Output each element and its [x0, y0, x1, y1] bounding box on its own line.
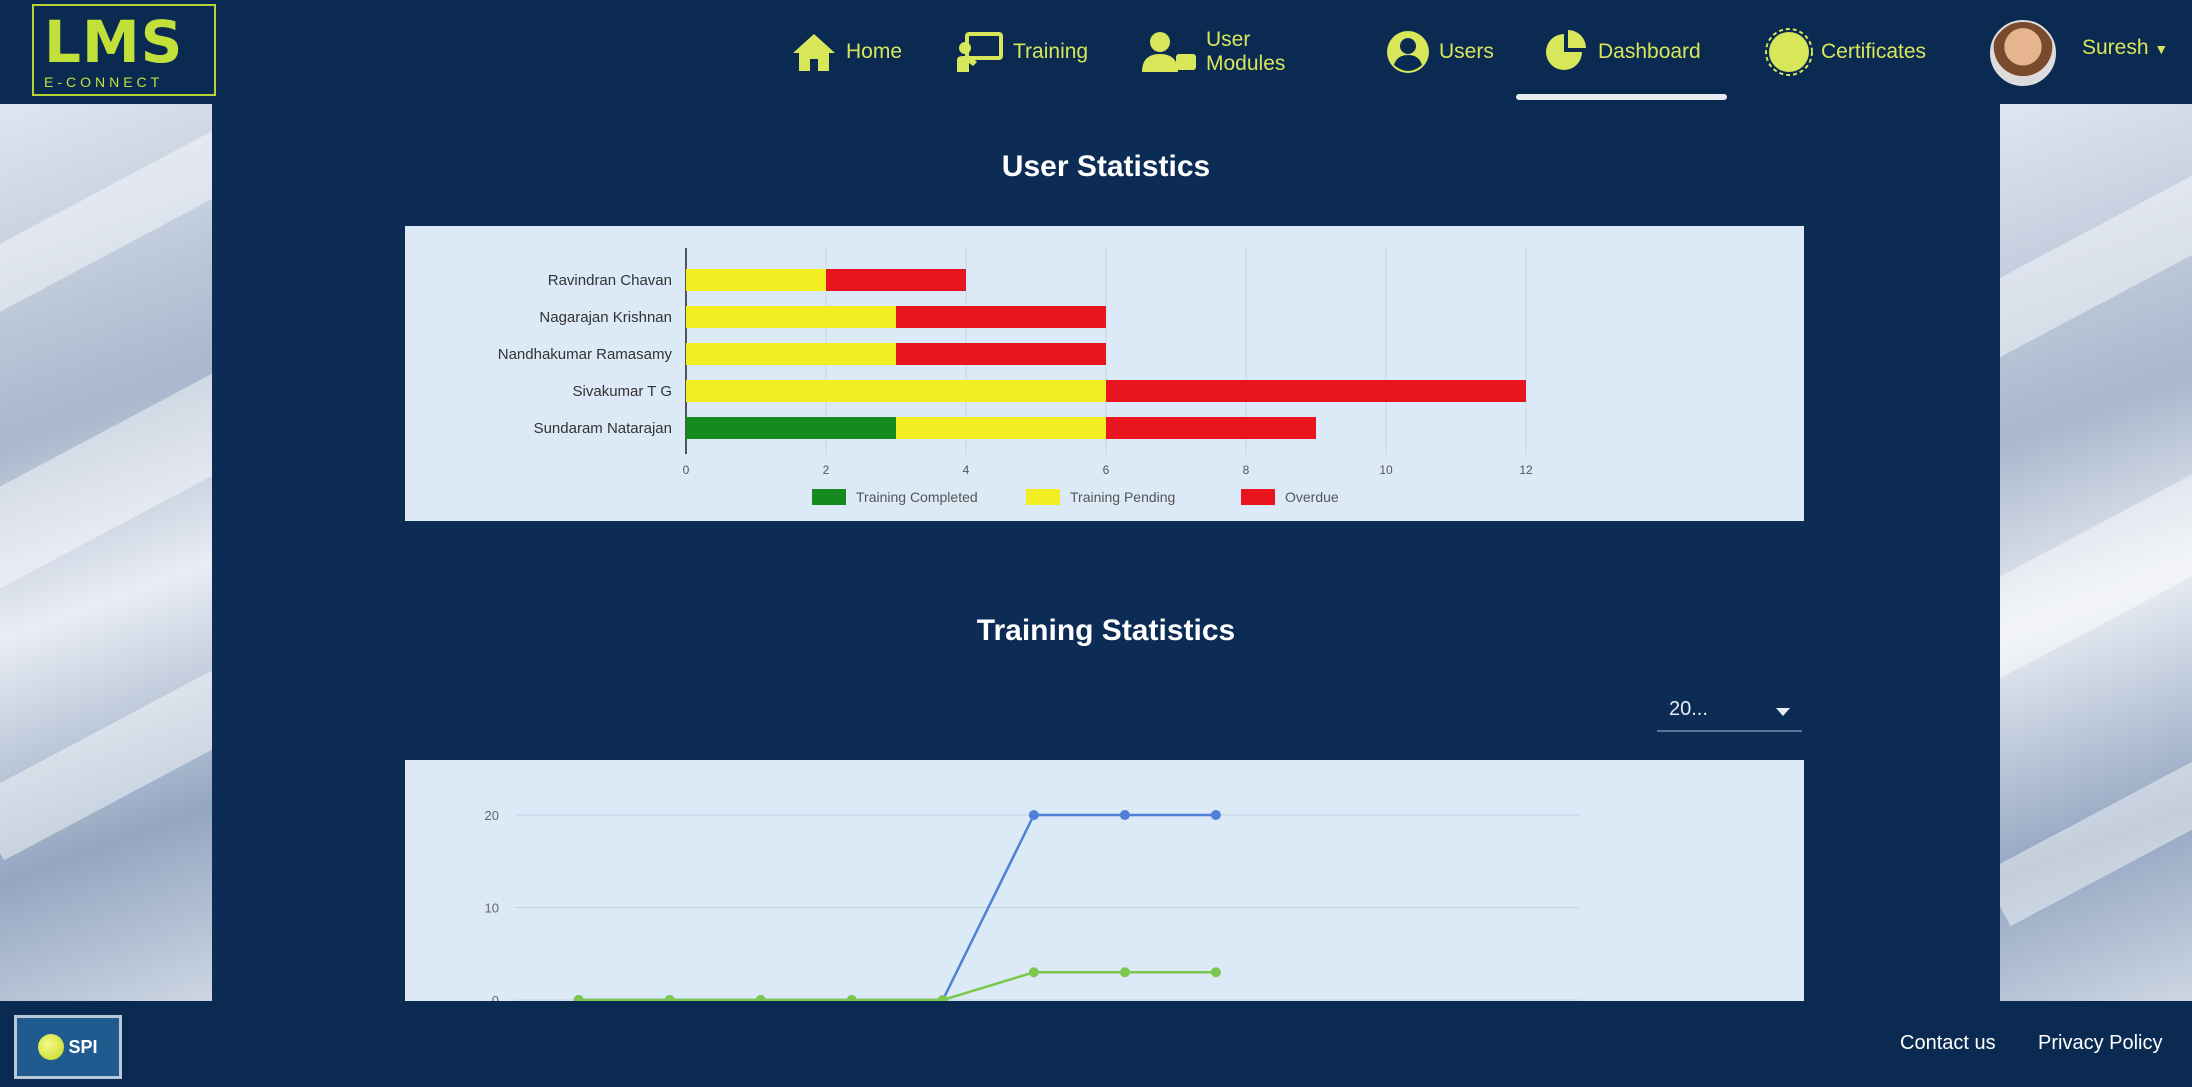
privacy-policy-link[interactable]: Privacy Policy — [2038, 1032, 2162, 1055]
x-tick-label: 0 — [683, 463, 690, 477]
background-image-left — [0, 104, 212, 1001]
category-label: Nandhakumar Ramasamy — [498, 346, 673, 363]
y-tick-label: 0 — [492, 993, 499, 1001]
data-point — [1210, 810, 1221, 820]
nav-label-home: Home — [846, 40, 903, 63]
x-tick-label: 6 — [1103, 463, 1110, 477]
x-tick-label: 12 — [1519, 463, 1533, 477]
background-image-right — [2000, 104, 2192, 1001]
legend-swatch — [1026, 489, 1060, 505]
bar-segment — [896, 306, 1106, 328]
select-value: 20... — [1669, 698, 1708, 720]
user-statistics-chart: 0 2 4 6 8 10 12 Ravindran Chavan Nagarajan Krish… — [498, 248, 1533, 505]
logo-text: LMS — [44, 8, 184, 76]
bar-segment — [896, 343, 1106, 365]
user-name: Suresh — [2082, 36, 2149, 59]
legend-swatch — [1241, 489, 1275, 505]
x-tick-label: 2 — [823, 463, 830, 477]
dashboard-icon — [1546, 30, 1586, 70]
nav-item-user-modules[interactable]: User Modules — [1140, 24, 1285, 80]
y-tick-label: 10 — [485, 901, 499, 916]
bar-segment — [1106, 380, 1526, 402]
spi-ball-icon — [38, 1034, 65, 1060]
certificate-icon — [1765, 28, 1813, 76]
nav-label-certificates: Certificates — [1821, 40, 1927, 63]
x-tick-label: 8 — [1243, 463, 1250, 477]
training-statistics-title: Training Statistics — [976, 614, 1236, 647]
training-period-select[interactable]: 20... — [1657, 692, 1802, 732]
x-tick-label: 4 — [963, 463, 970, 477]
series-line — [578, 971, 1216, 1002]
bar-segment — [686, 380, 1106, 402]
bar-segment — [686, 343, 896, 365]
user-icon — [1387, 31, 1429, 73]
dashboard-content: User Statistics 0 2 4 6 8 10 12 Ravindran Chava… — [212, 104, 2000, 1008]
data-point — [1028, 810, 1039, 820]
lms-logo[interactable]: LMS E-CONNECT — [32, 4, 216, 96]
category-label: Sivakumar T G — [573, 383, 672, 400]
nav-item-users[interactable]: Users — [1385, 24, 1494, 80]
user-statistics-title: User Statistics — [1001, 150, 1211, 183]
nav-item-training[interactable]: Training — [955, 24, 1088, 80]
bar-segment — [896, 417, 1106, 439]
data-point — [1119, 810, 1130, 820]
data-point — [1210, 967, 1221, 978]
x-tick-label: 10 — [1379, 463, 1393, 477]
home-icon — [793, 34, 835, 71]
user-modules-icon — [1142, 32, 1196, 72]
user-avatar[interactable] — [1990, 20, 2056, 86]
training-statistics-panel: 0 10 20 — [405, 760, 1804, 1008]
training-statistics-chart: 0 10 20 — [485, 808, 1580, 1008]
training-icon — [957, 32, 1003, 72]
nav-item-home[interactable]: Home — [790, 24, 902, 80]
category-label: Sundaram Natarajan — [534, 420, 672, 437]
category-label: Nagarajan Krishnan — [539, 309, 672, 326]
bar-segment — [1106, 417, 1316, 439]
logo-subtext: E-CONNECT — [44, 74, 164, 90]
contact-us-link[interactable]: Contact us — [1900, 1032, 1996, 1055]
footer: SPI Contact us Privacy Policy — [0, 1001, 2192, 1087]
top-navbar: LMS E-CONNECT Home Training User Modules — [0, 0, 2192, 104]
legend-label: Training Pending — [1070, 489, 1175, 505]
category-label: Ravindran Chavan — [548, 272, 672, 289]
spi-logo-text: SPI — [68, 1036, 98, 1057]
legend-swatch — [812, 489, 846, 505]
bar-segment — [686, 417, 896, 439]
nav-label-dashboard: Dashboard — [1598, 40, 1701, 63]
nav-item-certificates[interactable]: Certificates — [1765, 24, 1926, 80]
legend-label: Overdue — [1285, 489, 1339, 505]
nav-item-dashboard[interactable]: Dashboard — [1516, 24, 1727, 100]
bar-segment — [826, 269, 966, 291]
data-point — [1119, 967, 1130, 978]
user-statistics-panel: 0 2 4 6 8 10 12 Ravindran Chavan Nagarajan Krish… — [405, 226, 1804, 521]
chevron-down-icon: ▼ — [2154, 41, 2169, 57]
data-point — [1028, 967, 1039, 978]
nav-label-user-modules: User Modules — [1206, 28, 1286, 75]
legend-label: Training Completed — [856, 489, 978, 505]
y-tick-label: 20 — [485, 808, 499, 823]
bar-segment — [686, 269, 826, 291]
user-menu[interactable]: Suresh ▼ — [2082, 36, 2168, 60]
spi-logo[interactable]: SPI — [14, 1015, 122, 1079]
chevron-down-icon — [1776, 708, 1790, 716]
nav-label-users: Users — [1439, 40, 1494, 63]
nav-label-training: Training — [1013, 40, 1089, 63]
bar-segment — [686, 306, 896, 328]
